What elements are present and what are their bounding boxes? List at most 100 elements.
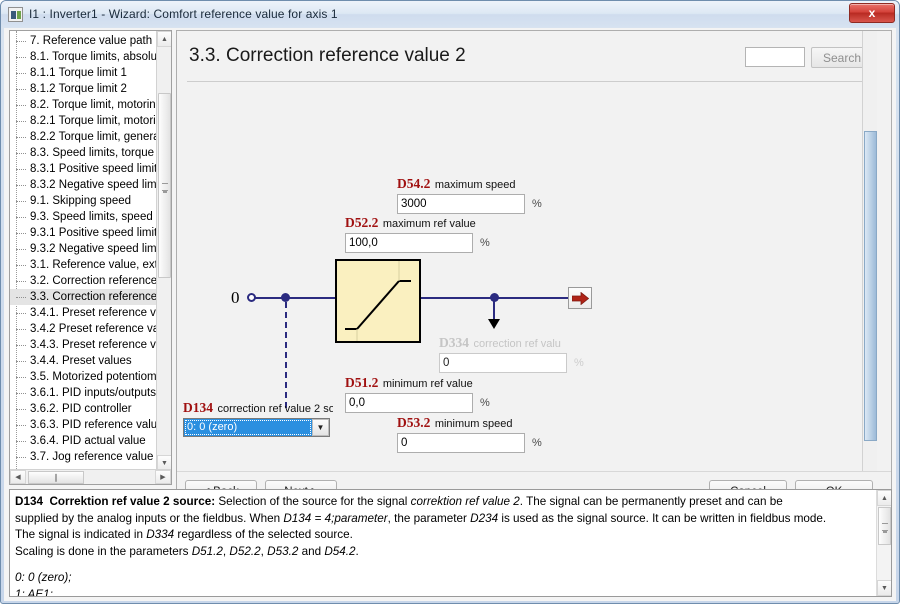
description-line2-b: , the parameter — [387, 511, 471, 525]
parameter-D51-2: D51.2 minimum ref value % — [345, 376, 490, 413]
main-vertical-scrollbar[interactable] — [862, 31, 877, 472]
tree-item[interactable]: 3.4.2 Preset reference va — [10, 321, 158, 337]
parameter-description-panel: D134 Correktion ref value 2 source: Sele… — [9, 489, 892, 597]
main-vertical-scrollbar-thumb[interactable] — [864, 131, 877, 441]
tree-item[interactable]: 8.3.2 Negative speed limi — [10, 177, 158, 193]
parameter-code: D53.2 — [397, 415, 431, 430]
ramp-limiter-block — [335, 259, 421, 343]
description-line2-italic1: D134 = 4;parameter — [283, 511, 388, 525]
wire-dashed-branch — [285, 302, 287, 408]
description-title-code: D134 — [15, 495, 43, 508]
tree-item[interactable]: 3.4.3. Preset reference va — [10, 337, 158, 353]
tree-horizontal-scrollbar-thumb[interactable]: ∥ — [28, 471, 84, 484]
chevron-up-icon[interactable]: ▲ — [877, 490, 891, 506]
parameter-value-input-D334 — [439, 353, 567, 373]
parameter-D52-2: D52.2 maximum ref value % — [345, 216, 490, 253]
tree-item[interactable]: 3.2. Correction reference — [10, 273, 158, 289]
description-line4-end: . — [355, 544, 359, 558]
description-vertical-scrollbar[interactable]: ▲ ▼ — [876, 490, 891, 596]
tree-item[interactable]: 3.7. Jog reference value — [10, 449, 158, 465]
title-bar: I1 : Inverter1 - Wizard: Comfort referen… — [1, 1, 899, 27]
close-icon[interactable]: x — [849, 3, 895, 23]
tree-item[interactable]: 8.2. Torque limit, motoring — [10, 97, 158, 113]
parameter-value-input-D54-2[interactable] — [397, 194, 525, 214]
tree-item[interactable]: 8.1.2 Torque limit 2 — [10, 81, 158, 97]
parameter-label: D334 correction ref valu — [439, 336, 584, 351]
chevron-right-icon[interactable]: ▶ — [155, 470, 171, 484]
parameter-description-text: D134 Correktion ref value 2 source: Sele… — [15, 494, 877, 597]
description-line2-a: supplied by the analog inputs or the fie… — [15, 511, 284, 525]
tree-item[interactable]: 3.4.4. Preset values — [10, 353, 158, 369]
description-title-name: Correktion ref value 2 source: — [49, 495, 216, 508]
description-option-1: 1: AE1; — [15, 587, 53, 597]
tree-horizontal-scrollbar[interactable]: ◀ ∥ ▶ — [10, 469, 171, 484]
parameter-code: D334 — [439, 335, 469, 350]
description-option-0: 0: 0 (zero); — [15, 571, 72, 584]
tree-item[interactable]: 3.4.1. Preset reference va — [10, 305, 158, 321]
tree-item[interactable]: 3.6.3. PID reference valu — [10, 417, 158, 433]
client-area: 7. Reference value path 8.1. Torque limit… — [4, 28, 896, 601]
description-line1-italic: correktion ref value 2 — [410, 495, 520, 508]
window-title: I1 : Inverter1 - Wizard: Comfort referen… — [29, 7, 338, 21]
tree-item[interactable]: 9.3.2 Negative speed limi — [10, 241, 158, 257]
tree-item[interactable]: 8.3.1 Positive speed limit — [10, 161, 158, 177]
parameter-label: D51.2 minimum ref value — [345, 376, 490, 391]
tree-item[interactable]: 3.3. Correction reference — [10, 289, 158, 305]
parameter-label: D53.2 minimum speed — [397, 416, 542, 431]
description-line3-italic: D334 — [146, 528, 175, 541]
parameter-name: correction ref valu — [473, 338, 561, 350]
tree-item[interactable]: 3.6.4. PID actual value — [10, 433, 158, 449]
chevron-down-icon[interactable]: ▼ — [877, 580, 891, 596]
parameter-unit: % — [532, 437, 542, 449]
parameter-D54-2: D54.2 maximum speed % — [397, 177, 542, 214]
parameter-code: D51.2 — [345, 375, 379, 390]
tree-item[interactable]: 3.6.1. PID inputs/outputs — [10, 385, 158, 401]
description-line1-a: Selection of the source for the signal — [215, 495, 411, 508]
parameter-label: D52.2 maximum ref value — [345, 216, 490, 231]
tree-item[interactable]: 8.1. Torque limits, absolut — [10, 49, 158, 65]
tree-item[interactable]: 9.3. Speed limits, speed c — [10, 209, 158, 225]
tree-item[interactable]: 8.1.1 Torque limit 1 — [10, 65, 158, 81]
tree-vertical-scrollbar-thumb[interactable] — [158, 93, 171, 278]
parameter-value-input-D53-2[interactable] — [397, 433, 525, 453]
parameter-value-input-D51-2[interactable] — [345, 393, 473, 413]
tree-item[interactable]: 8.3. Speed limits, torque c — [10, 145, 158, 161]
title-divider — [187, 81, 867, 82]
description-line4-italic1: D51.2 — [191, 544, 223, 558]
tree-vertical-scrollbar[interactable]: ▲ ▼ — [156, 31, 171, 471]
chevron-down-icon[interactable]: ▼ — [312, 419, 329, 436]
parameter-value-input-D52-2[interactable] — [345, 233, 473, 253]
tree-item[interactable]: 3.1. Reference value, ext — [10, 257, 158, 273]
tree-item[interactable]: 9.3.1 Positive speed limits — [10, 225, 158, 241]
description-vertical-scrollbar-thumb[interactable] — [878, 507, 891, 545]
chevron-left-icon[interactable]: ◀ — [10, 470, 26, 484]
wizard-window: I1 : Inverter1 - Wizard: Comfort referen… — [0, 0, 900, 604]
tree-item[interactable]: 3.5. Motorized potentiome — [10, 369, 158, 385]
parameter-name: correction ref value 2 so — [217, 403, 333, 415]
navigation-tree-list[interactable]: 7. Reference value path 8.1. Torque limit… — [10, 31, 158, 471]
search-input[interactable] — [745, 47, 805, 67]
navigation-tree-panel: 7. Reference value path 8.1. Torque limit… — [9, 30, 172, 485]
tree-item[interactable]: 8.2.2 Torque limit, genera — [10, 129, 158, 145]
parameter-unit: % — [574, 357, 584, 369]
parameter-name: maximum ref value — [382, 218, 476, 230]
description-line2-c: is used as the signal source. It can be … — [498, 511, 827, 525]
page-title: 3.3. Correction reference value 2 — [189, 45, 466, 66]
signal-tap-arrow-icon — [488, 319, 500, 329]
zero-source-label: 0 — [231, 288, 240, 307]
description-line4-a: Scaling is done in the parameters — [15, 544, 192, 558]
tree-item[interactable]: 9.1. Skipping speed — [10, 193, 158, 209]
correction-ref-source-selected-value: 0: 0 (zero) — [184, 419, 312, 436]
wire-segment — [493, 299, 495, 321]
correction-ref-source-select[interactable]: 0: 0 (zero) ▼ — [183, 418, 330, 437]
tree-item[interactable]: 8.2.1 Torque limit, motorin — [10, 113, 158, 129]
tree-item[interactable]: 3.6.2. PID controller — [10, 401, 158, 417]
chevron-up-icon[interactable]: ▲ — [157, 31, 171, 47]
wire-segment — [289, 297, 337, 299]
description-line1-b: . The signal can be permanently preset a… — [519, 495, 783, 508]
tree-item[interactable]: 7. Reference value path — [10, 33, 158, 49]
red-arrow-right-icon[interactable] — [568, 287, 592, 309]
parameter-label: D134 correction ref value 2 so — [183, 401, 333, 416]
parameter-unit: % — [532, 198, 542, 210]
